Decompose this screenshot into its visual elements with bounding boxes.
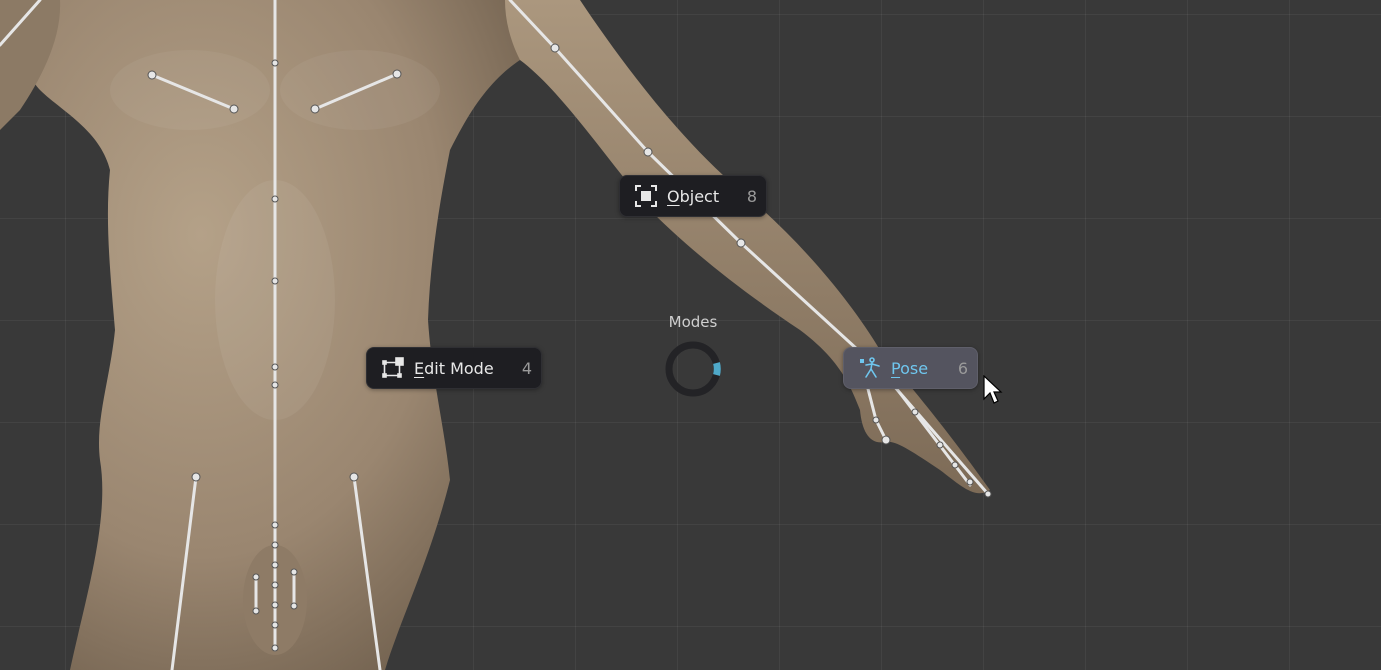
edit-mode-icon [382, 357, 404, 379]
3d-viewport[interactable]: Modes Object 8 Edit Mode 4 Pose 6 [0, 0, 1381, 670]
pie-item-pose[interactable]: Pose 6 [843, 347, 978, 389]
hotkey-label: 8 [746, 186, 757, 206]
object-icon [635, 185, 657, 207]
pie-direction-indicator [665, 341, 721, 397]
character-model [0, 0, 992, 670]
pie-menu-title: Modes [668, 313, 718, 331]
pose-icon [859, 357, 881, 379]
hotkey-label: 6 [957, 358, 968, 378]
pie-item-object[interactable]: Object 8 [619, 175, 767, 217]
hotkey-label: 4 [521, 358, 532, 378]
pie-item-edit-mode[interactable]: Edit Mode 4 [366, 347, 542, 389]
mouse-cursor-icon [983, 375, 1003, 404]
